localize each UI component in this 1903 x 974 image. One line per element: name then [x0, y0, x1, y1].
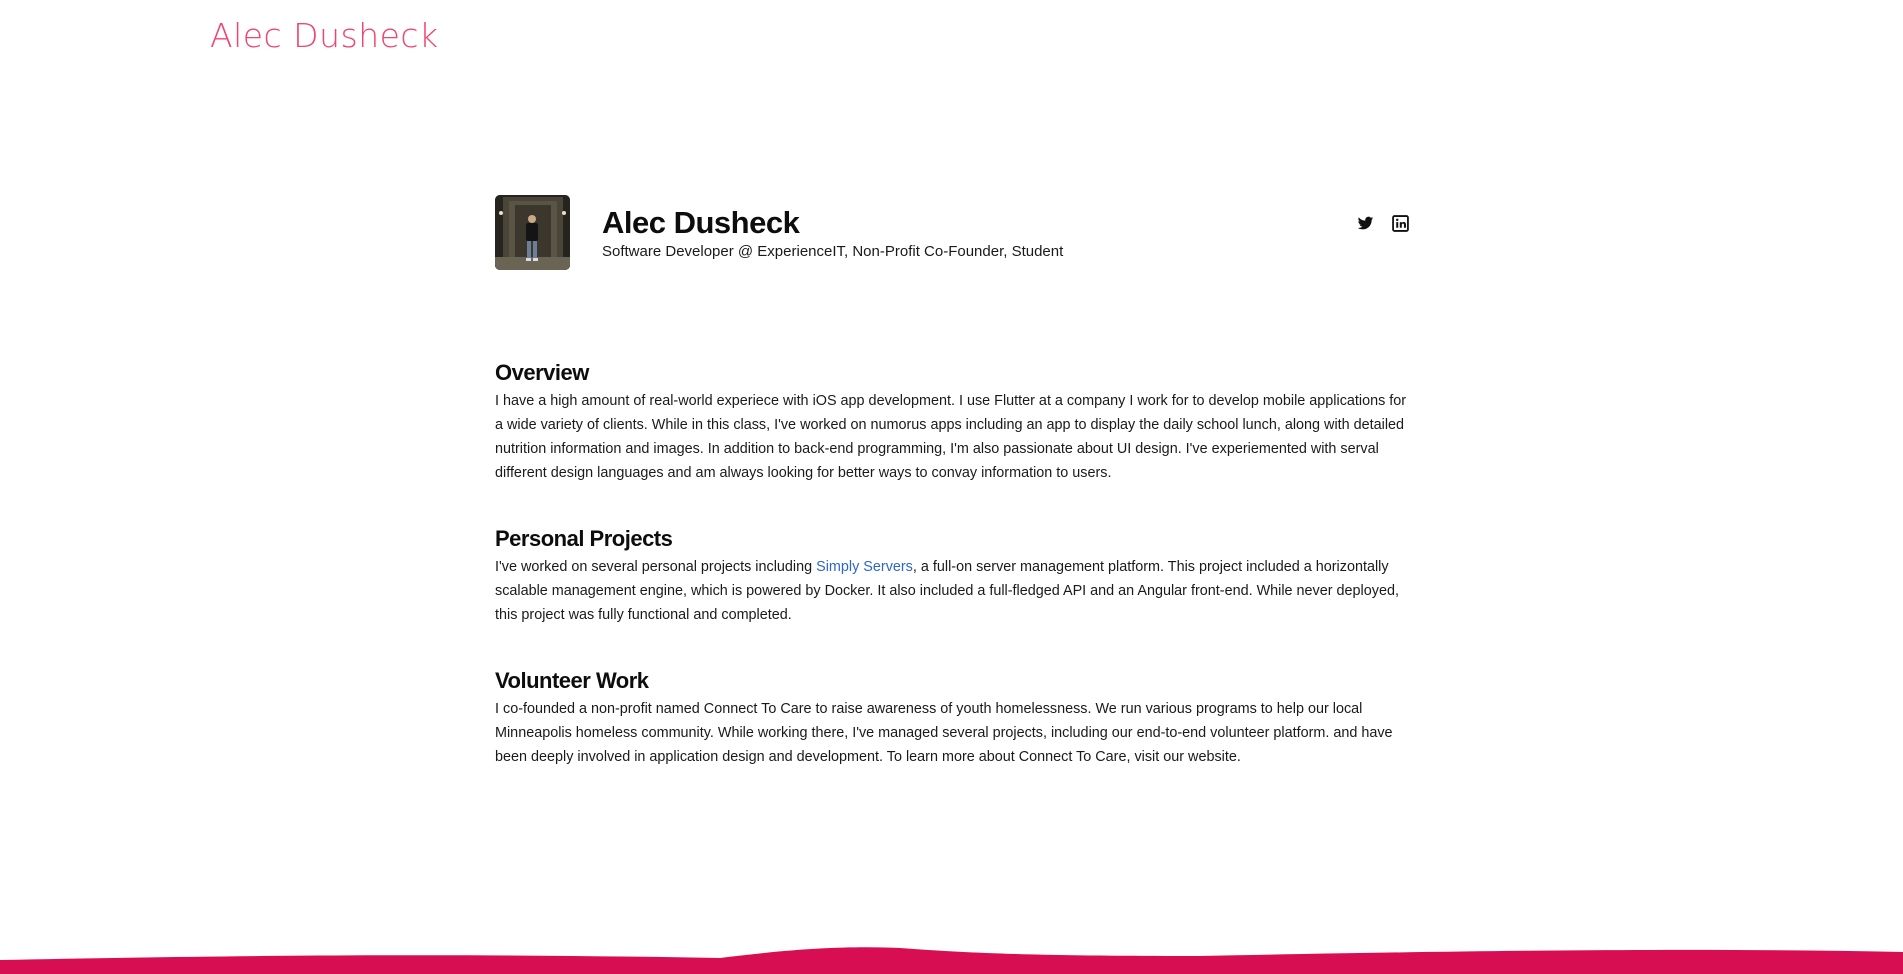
section-volunteer-work: Volunteer Work I co-founded a non-profit…: [495, 667, 1415, 769]
section-heading-overview: Overview: [495, 360, 589, 385]
section-body-overview: I have a high amount of real-world exper…: [495, 393, 1407, 481]
profile-header: Alec Dusheck Software Developer @ Experi…: [495, 195, 1409, 271]
section-heading-personal-projects: Personal Projects: [495, 526, 673, 551]
avatar: [495, 195, 570, 270]
avatar-photo: [495, 195, 570, 270]
simply-servers-link[interactable]: Simply Servers: [816, 559, 913, 575]
brand-logo-link[interactable]: Alec Dusheck: [210, 16, 439, 55]
footer-wave: [0, 947, 1903, 974]
projects-text-before: I've worked on several personal projects…: [495, 559, 817, 575]
section-body-volunteer-work: I co-founded a non-profit named Connect …: [495, 701, 1393, 765]
section-personal-projects: Personal Projects I've worked on several…: [495, 525, 1415, 627]
section-body-personal-projects: I've worked on several personal projects…: [495, 555, 1415, 627]
section-overview: Overview I have a high amount of real-wo…: [495, 359, 1415, 485]
social-links: [1357, 215, 1409, 232]
section-heading-volunteer-work: Volunteer Work: [495, 668, 649, 693]
profile-name: Alec Dusheck: [602, 205, 800, 240]
linkedin-icon[interactable]: [1392, 215, 1409, 232]
twitter-icon[interactable]: [1357, 215, 1374, 232]
profile-tagline: Software Developer @ ExperienceIT, Non-P…: [602, 243, 1064, 260]
page: Alec Dusheck Alec Dusheck Software Devel…: [0, 0, 1903, 974]
